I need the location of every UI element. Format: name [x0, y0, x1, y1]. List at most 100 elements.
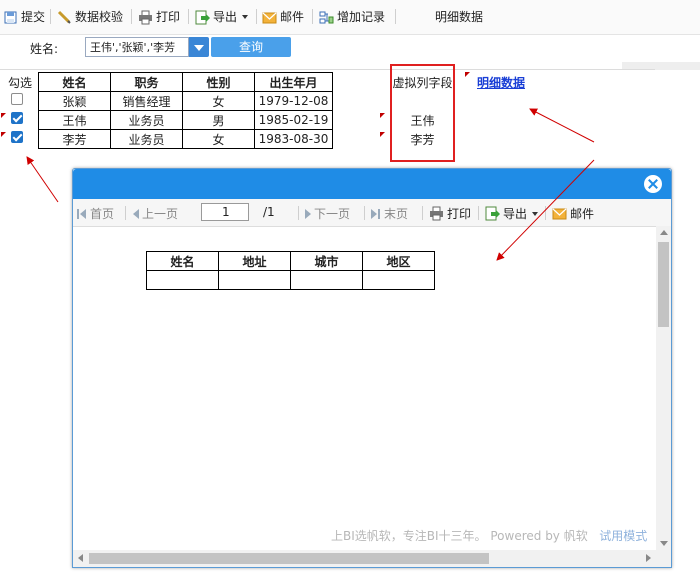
- table-cell: 1983-08-30: [254, 129, 333, 149]
- watermark-text: 上BI选帆软，专注BI十三年。 Powered by 帆软: [331, 529, 588, 543]
- toolbar-separator: [256, 9, 257, 24]
- toolbar-separator: [298, 206, 299, 220]
- column-header: 出生年月: [254, 72, 333, 92]
- add-record-button[interactable]: 增加记录: [319, 8, 385, 26]
- mail-button[interactable]: 邮件: [262, 8, 304, 26]
- scroll-down-icon[interactable]: [660, 541, 668, 546]
- dialog-export-button[interactable]: 导出: [485, 205, 539, 222]
- table-cell: [146, 270, 219, 290]
- cell-marker: [380, 132, 385, 137]
- prev-page-label: 上一页: [142, 207, 179, 221]
- table-cell: 业务员: [110, 129, 183, 149]
- prev-page-button[interactable]: 上一页: [133, 205, 178, 222]
- dialog-export-label: 导出: [503, 207, 528, 221]
- query-button[interactable]: 查询: [211, 37, 291, 57]
- vertical-scroll-thumb[interactable]: [658, 242, 669, 327]
- toolbar-title: 明细数据: [435, 10, 484, 24]
- query-divider: [0, 69, 655, 70]
- print-button[interactable]: 打印: [138, 8, 180, 26]
- table-row: 李芳 业务员 女 1983-08-30: [38, 129, 333, 149]
- first-page-icon: [77, 208, 87, 219]
- toolbar-separator: [422, 206, 423, 220]
- export-button[interactable]: 导出: [195, 8, 249, 26]
- table-cell: 女: [182, 129, 255, 149]
- horizontal-scroll-thumb[interactable]: [89, 553, 489, 564]
- dialog-header: [73, 169, 671, 199]
- employee-table: 姓名 职务 性别 出生年月 张颖 销售经理 女 1979-12-08 王伟 业务…: [38, 72, 333, 149]
- next-page-icon: [305, 208, 311, 219]
- column-header: 姓名: [38, 72, 111, 92]
- dialog-mail-button[interactable]: 邮件: [552, 205, 594, 222]
- dialog-print-button[interactable]: 打印: [429, 205, 471, 222]
- detail-data-link[interactable]: 明细数据: [477, 74, 525, 91]
- table-row: 张颖 销售经理 女 1979-12-08: [38, 91, 333, 111]
- virtual-column-header: 虚拟列字段: [392, 76, 453, 90]
- add-record-icon: [319, 10, 334, 25]
- dialog-toolbar: 首页 上一页 1 /1 下一页 末页 打印 导出 邮件: [73, 199, 671, 227]
- mail-icon: [262, 10, 277, 25]
- first-page-label: 首页: [90, 207, 115, 221]
- table-cell: 女: [182, 91, 255, 111]
- print-label: 打印: [156, 10, 181, 24]
- submit-button[interactable]: 提交: [3, 8, 45, 26]
- name-filter-dropdown-button[interactable]: [189, 37, 209, 57]
- toolbar-separator: [395, 9, 396, 24]
- name-filter-input[interactable]: 王伟','张颖','李芳: [85, 37, 189, 57]
- last-page-button[interactable]: 末页: [371, 205, 408, 222]
- validate-icon: [57, 10, 72, 25]
- scroll-up-icon[interactable]: [660, 230, 668, 235]
- virtual-column-value: 李芳: [410, 133, 435, 147]
- table-cell: 李芳: [38, 129, 111, 149]
- scroll-left-icon[interactable]: [78, 554, 83, 562]
- chevron-down-icon: [242, 15, 249, 19]
- print-icon: [429, 206, 444, 221]
- column-header: 地址: [218, 251, 291, 271]
- page-total: /1: [263, 205, 275, 219]
- table-cell: [362, 270, 435, 290]
- table-header-row: 姓名 职务 性别 出生年月: [38, 72, 333, 92]
- column-header: 姓名: [146, 251, 219, 271]
- mail-icon: [552, 206, 567, 221]
- vertical-scrollbar[interactable]: [656, 226, 671, 550]
- table-row: 王伟 业务员 男 1985-02-19: [38, 110, 333, 130]
- toolbar-separator: [312, 9, 313, 24]
- cell-marker: [1, 132, 6, 137]
- annotation-arrow: [26, 156, 59, 203]
- cell-marker: [1, 113, 6, 118]
- top-toolbar: 提交 数据校验 打印 导出 邮件 增加记录 明细数据: [0, 0, 700, 35]
- row-checkbox-1[interactable]: [11, 93, 23, 105]
- prev-page-icon: [133, 208, 139, 219]
- validate-label: 数据校验: [75, 10, 124, 24]
- virtual-column-value: 王伟: [410, 114, 435, 128]
- row-checkbox-2[interactable]: [11, 112, 23, 124]
- table-cell: 男: [182, 110, 255, 130]
- table-cell: 业务员: [110, 110, 183, 130]
- next-page-button[interactable]: 下一页: [305, 205, 350, 222]
- column-header: 性别: [182, 72, 255, 92]
- page-number-input[interactable]: 1: [201, 203, 249, 221]
- horizontal-scrollbar[interactable]: [73, 550, 656, 567]
- toolbar-separator: [478, 206, 479, 220]
- scrollbar-corner: [656, 550, 671, 567]
- export-icon: [195, 10, 210, 25]
- table-cell: 销售经理: [110, 91, 183, 111]
- toolbar-separator: [50, 9, 51, 24]
- dialog-mail-label: 邮件: [570, 207, 595, 221]
- table-cell: [290, 270, 363, 290]
- chevron-down-icon: [532, 211, 539, 216]
- name-filter-label: 姓名:: [30, 42, 59, 56]
- scroll-right-icon[interactable]: [646, 554, 651, 562]
- row-checkbox-3[interactable]: [11, 131, 23, 143]
- virtual-column-highlight: 虚拟列字段 王伟 李芳: [390, 64, 455, 162]
- validate-button[interactable]: 数据校验: [57, 8, 123, 26]
- mail-label: 邮件: [280, 10, 305, 24]
- trial-mode-text: 试用模式: [599, 529, 648, 543]
- add-record-label: 增加记录: [337, 10, 386, 24]
- table-cell: [218, 270, 291, 290]
- column-header: 职务: [110, 72, 183, 92]
- toolbar-separator: [188, 9, 189, 24]
- submit-icon: [3, 10, 18, 25]
- close-icon[interactable]: [644, 175, 662, 193]
- first-page-button[interactable]: 首页: [77, 205, 114, 222]
- powered-by-watermark: 上BI选帆软，专注BI十三年。 Powered by 帆软 试用模式: [331, 527, 647, 544]
